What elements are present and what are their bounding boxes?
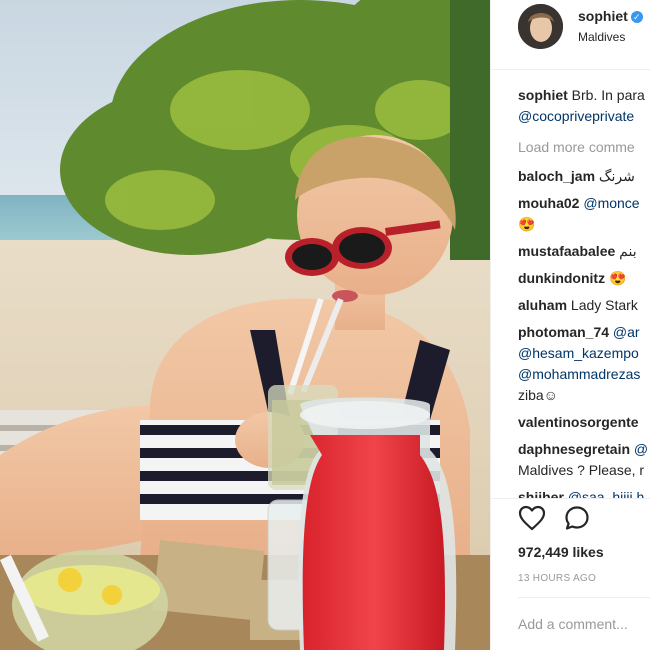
divider: [518, 597, 650, 598]
caption-username[interactable]: sophiet: [518, 87, 568, 103]
avatar-image: [518, 4, 563, 49]
comment-text: 😍: [518, 216, 536, 232]
post-location[interactable]: Maldives: [578, 30, 625, 44]
comment-item: dunkindonitz 😍: [518, 268, 650, 289]
comment-username[interactable]: mouha02: [518, 195, 579, 211]
post-timestamp: 13 HOURS AGO: [518, 573, 597, 584]
comment-username[interactable]: baloch_jam: [518, 168, 595, 184]
likes-count[interactable]: 972,449 likes: [518, 544, 604, 560]
post-details-panel: sophiet ✓ Maldives sophiet Brb. In para @…: [490, 0, 650, 650]
comments-list: sophiet Brb. In para @cocopriveprivate L…: [518, 85, 650, 514]
add-comment-input[interactable]: Add a comment...: [518, 616, 628, 632]
comment-username[interactable]: daphnesegretain: [518, 441, 630, 457]
comment-item: mouha02 @monce 😍: [518, 193, 650, 235]
comment-text: Lady Stark: [570, 297, 638, 313]
comment-item: daphnesegretain @ Maldives ? Please, r: [518, 439, 650, 481]
comment-item: photoman_74 @ar @hesam_kazempo @mohammad…: [518, 322, 650, 406]
comment-text: شرنگ: [598, 168, 635, 184]
comment-mention[interactable]: @mohammadrezas: [518, 366, 640, 382]
comment-text: ziba☺: [518, 387, 558, 403]
post-header: sophiet ✓ Maldives: [491, 0, 650, 70]
comment-username[interactable]: photoman_74: [518, 324, 609, 340]
comment-username[interactable]: mustafaabalee: [518, 243, 615, 259]
comment-item: baloch_jam شرنگ: [518, 166, 650, 187]
comment-username[interactable]: aluham: [518, 297, 567, 313]
divider: [491, 498, 650, 499]
comment-item: valentinosorgente: [518, 412, 650, 433]
post-username[interactable]: sophiet: [578, 8, 628, 24]
comment-item: mustafaabalee بنم: [518, 241, 650, 262]
verified-badge-icon: ✓: [630, 11, 643, 23]
comment-bubble-icon[interactable]: [564, 505, 590, 531]
comment-username[interactable]: valentinosorgente: [518, 414, 639, 430]
load-more-comments-link[interactable]: Load more comme: [518, 137, 650, 158]
comment-text: Maldives ? Please, r: [518, 462, 645, 478]
caption: sophiet Brb. In para @cocopriveprivate: [518, 85, 650, 127]
heart-outline-icon[interactable]: [518, 505, 546, 531]
avatar[interactable]: [518, 4, 563, 49]
comment-mention[interactable]: @ar: [613, 324, 640, 340]
comment-username[interactable]: dunkindonitz: [518, 270, 605, 286]
comment-text: 😍: [608, 270, 627, 286]
caption-text: Brb. In para: [571, 87, 645, 103]
action-bar: [518, 505, 604, 535]
comment-mention[interactable]: @monce: [583, 195, 639, 211]
comment-mention[interactable]: @: [634, 441, 648, 457]
comment-text: بنم: [619, 243, 637, 259]
comment-item: aluham Lady Stark: [518, 295, 650, 316]
caption-mention[interactable]: @cocopriveprivate: [518, 108, 634, 124]
beach-photo-illustration: [0, 0, 490, 650]
comment-mention[interactable]: @hesam_kazempo: [518, 345, 639, 361]
post-photo[interactable]: [0, 0, 490, 650]
